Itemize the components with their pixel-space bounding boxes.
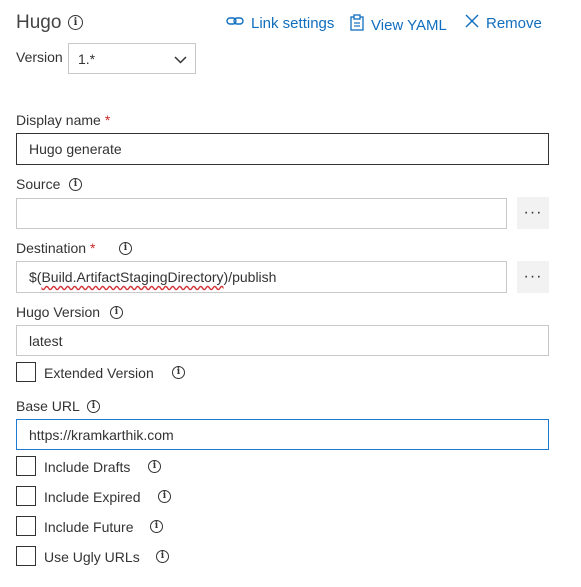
- ellipsis-icon: ···: [523, 204, 543, 221]
- chevron-down-icon: [174, 51, 187, 67]
- source-label: Source: [16, 176, 61, 192]
- required-marker: *: [104, 112, 111, 128]
- base-url-info-icon[interactable]: i: [87, 400, 100, 413]
- destination-value: $(Build.ArtifactStagingDirectory)/publis…: [29, 269, 276, 285]
- title-info-icon[interactable]: i: [68, 15, 83, 30]
- destination-value-variable: Build.ArtifactStagingDirectory: [41, 269, 224, 285]
- clipboard-icon: [350, 14, 364, 36]
- link-settings-button[interactable]: Link settings: [226, 14, 334, 32]
- include-drafts-checkbox[interactable]: [16, 456, 36, 476]
- display-name-label-text: Display name: [16, 112, 101, 128]
- close-icon: [465, 14, 479, 33]
- destination-value-suffix: )/publish: [223, 269, 277, 285]
- destination-label-text: Destination: [16, 240, 87, 256]
- source-browse-button[interactable]: ···: [517, 197, 549, 229]
- required-marker: *: [90, 240, 96, 256]
- display-name-value: Hugo generate: [29, 141, 122, 157]
- use-ugly-urls-info-icon[interactable]: i: [156, 550, 169, 563]
- include-expired-label: Include Expired: [44, 489, 141, 505]
- source-info-icon[interactable]: i: [69, 178, 82, 191]
- destination-value-prefix: $(: [29, 269, 42, 285]
- destination-input[interactable]: $(Build.ArtifactStagingDirectory)/publis…: [16, 261, 507, 293]
- version-select[interactable]: 1.*: [68, 43, 196, 74]
- base-url-input[interactable]: https://kramkarthik.com: [16, 419, 549, 450]
- version-label: Version: [16, 49, 63, 65]
- destination-browse-button[interactable]: ···: [517, 261, 549, 293]
- include-future-checkbox[interactable]: [16, 516, 36, 536]
- ellipsis-icon: ···: [523, 268, 543, 285]
- include-future-label: Include Future: [44, 519, 134, 535]
- display-name-label: Display name *: [16, 112, 110, 128]
- hugo-version-value: latest: [29, 332, 63, 349]
- version-value: 1.*: [78, 50, 96, 67]
- task-title: Hugo: [16, 12, 62, 33]
- base-url-label: Base URL: [16, 398, 80, 414]
- include-drafts-label: Include Drafts: [44, 459, 131, 475]
- remove-label: Remove: [486, 15, 542, 32]
- link-settings-label: Link settings: [251, 14, 335, 32]
- remove-button[interactable]: Remove: [465, 14, 542, 33]
- use-ugly-urls-checkbox[interactable]: [16, 546, 36, 566]
- extended-version-checkbox[interactable]: [16, 362, 36, 382]
- include-drafts-info-icon[interactable]: i: [148, 460, 161, 473]
- include-expired-info-icon[interactable]: i: [158, 490, 171, 503]
- base-url-value: https://kramkarthik.com: [29, 426, 174, 443]
- extended-version-label: Extended Version: [44, 365, 154, 381]
- source-input[interactable]: [16, 198, 507, 229]
- include-expired-checkbox[interactable]: [16, 486, 36, 506]
- link-icon: [226, 14, 244, 32]
- use-ugly-urls-label: Use Ugly URLs: [44, 549, 140, 565]
- view-yaml-label: View YAML: [371, 16, 447, 34]
- hugo-version-label: Hugo Version: [16, 304, 101, 320]
- extended-version-info-icon[interactable]: i: [172, 366, 185, 379]
- include-future-info-icon[interactable]: i: [150, 520, 163, 533]
- view-yaml-button[interactable]: View YAML: [350, 14, 447, 36]
- display-name-input[interactable]: Hugo generate: [16, 133, 549, 165]
- destination-label: Destination *: [16, 240, 96, 256]
- destination-info-icon[interactable]: i: [119, 242, 132, 255]
- hugo-version-info-icon[interactable]: i: [110, 306, 123, 319]
- hugo-version-input[interactable]: latest: [16, 325, 549, 356]
